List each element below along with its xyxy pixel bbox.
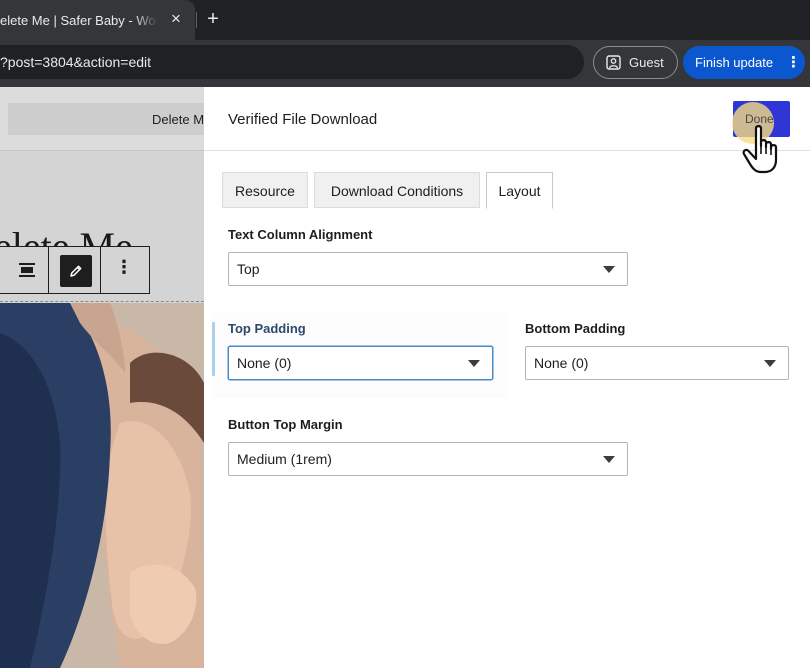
tab-separator xyxy=(196,12,197,28)
hero-photo xyxy=(0,303,204,668)
modal-title: Verified File Download xyxy=(228,111,378,128)
guest-profile-button[interactable]: Guest xyxy=(593,46,678,79)
document-title-pill[interactable]: Delete Me xyxy=(8,103,204,135)
focus-indicator xyxy=(212,322,215,376)
chevron-down-icon xyxy=(468,360,480,367)
modal-header: Verified File Download Done xyxy=(204,87,810,174)
select-value: None (0) xyxy=(237,355,292,371)
block-toolbar: ⋮ xyxy=(0,246,150,294)
address-bar[interactable]: ?post=3804&action=edit xyxy=(0,45,584,79)
editor-header-bar: Delete Me xyxy=(0,87,204,151)
button-top-margin-select[interactable]: Medium (1rem) xyxy=(228,442,628,476)
browser-tab[interactable]: elete Me | Safer Baby - Word × xyxy=(0,0,195,40)
tab-resource[interactable]: Resource xyxy=(222,172,308,208)
button-top-margin-label: Button Top Margin xyxy=(228,417,343,432)
block-more-options-icon[interactable]: ⋮ xyxy=(115,257,133,278)
guest-label: Guest xyxy=(629,55,664,70)
block-outline xyxy=(0,301,204,302)
chevron-down-icon xyxy=(764,360,776,367)
kebab-menu-icon[interactable]: ⋮ xyxy=(786,53,801,71)
chevron-down-icon xyxy=(603,456,615,463)
toolbar-divider xyxy=(48,247,49,293)
toolbar-divider xyxy=(100,247,101,293)
browser-tab-title: elete Me | Safer Baby - Word xyxy=(0,13,158,28)
block-settings-modal: Verified File Download Done Resource Dow… xyxy=(204,87,810,668)
new-tab-icon[interactable]: + xyxy=(202,8,224,30)
text-column-alignment-label: Text Column Alignment xyxy=(228,227,373,242)
select-value: Medium (1rem) xyxy=(237,451,332,467)
top-padding-label: Top Padding xyxy=(228,321,306,336)
select-value: Top xyxy=(237,261,260,277)
text-column-alignment-select[interactable]: Top xyxy=(228,252,628,286)
person-icon xyxy=(606,55,621,70)
tab-download-conditions[interactable]: Download Conditions xyxy=(314,172,480,208)
browser-tab-strip: elete Me | Safer Baby - Word × + xyxy=(0,0,810,40)
finish-update-label: Finish update xyxy=(695,55,774,70)
document-title-text: Delete Me xyxy=(152,112,204,127)
bottom-padding-label: Bottom Padding xyxy=(525,321,626,336)
tab-layout[interactable]: Layout xyxy=(486,172,553,209)
top-padding-select[interactable]: None (0) xyxy=(228,346,493,380)
tab-label: Layout xyxy=(498,183,541,199)
select-value: None (0) xyxy=(534,355,589,371)
tab-label: Download Conditions xyxy=(330,183,464,199)
browser-toolbar: ?post=3804&action=edit Guest Finish upda… xyxy=(0,40,810,87)
align-icon[interactable] xyxy=(19,263,35,277)
tab-label: Resource xyxy=(235,183,295,199)
address-url: ?post=3804&action=edit xyxy=(0,54,152,70)
finish-update-button[interactable]: Finish update ⋮ xyxy=(683,46,805,79)
close-tab-icon[interactable]: × xyxy=(168,10,184,27)
bottom-padding-select[interactable]: None (0) xyxy=(525,346,789,380)
editor-canvas: Delete Me elete Me ⋮ xyxy=(0,87,204,668)
hand-pointer-icon xyxy=(742,125,778,174)
pencil-icon xyxy=(70,265,82,277)
edit-button[interactable] xyxy=(60,255,92,287)
chevron-down-icon xyxy=(603,266,615,273)
